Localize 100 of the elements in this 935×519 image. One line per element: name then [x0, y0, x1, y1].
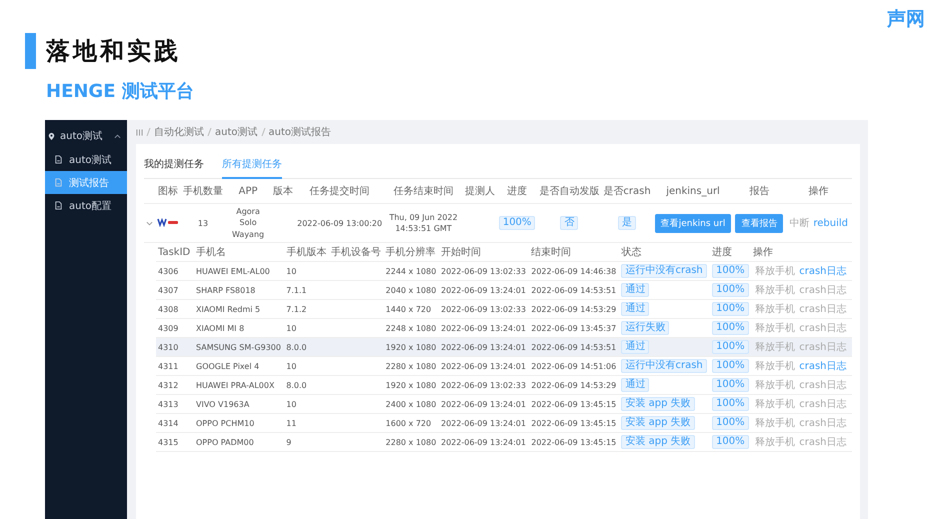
table-cell: 4314	[158, 418, 178, 428]
table-cell: 2022-06-09 13:02:33	[440, 380, 526, 390]
table-cell: 4307	[158, 286, 178, 294]
status-tag: 安装 app 失败	[621, 416, 695, 430]
table-cell: VIVO V1963A	[196, 400, 250, 408]
table-cell: 2280 x 1080	[386, 362, 436, 370]
sidebar-item[interactable]: auto测试	[45, 148, 127, 171]
column-header: 手机设备号	[330, 246, 381, 258]
tab[interactable]: 所有提测任务	[222, 152, 282, 179]
brand-logo: 声网	[887, 7, 925, 32]
table-cell: OPPO PCHM10	[196, 418, 254, 428]
table-cell: 4315	[158, 438, 178, 446]
table-cell: 2022-06-09 13:24:01	[440, 342, 526, 352]
sidebar-group[interactable]: auto测试	[45, 124, 127, 148]
table-cell: 2022-06-09 13:00:20	[297, 218, 382, 228]
caret-icon	[114, 134, 121, 138]
status-tag: 安装 app 失败	[621, 397, 695, 411]
table-cell: OPPO PADM00	[196, 438, 254, 446]
table-cell: 10	[286, 324, 296, 332]
report-button[interactable]: 查看报告	[735, 214, 784, 232]
table-cell: 2280 x 1080	[386, 438, 436, 446]
column-header: 开始时间	[440, 246, 481, 258]
column-header: 操作	[753, 246, 774, 258]
table-cell: 2022-06-09 14:53:51	[531, 342, 616, 352]
column-header: 操作	[808, 186, 829, 197]
status-tag: 安装 app 失败	[621, 435, 695, 449]
status-tag: 100%	[712, 283, 749, 297]
chevron-icon[interactable]	[146, 220, 153, 226]
table-cell: GOOGLE Pixel 4	[196, 362, 260, 370]
tab[interactable]: 我的提测任务	[144, 152, 204, 178]
table-cell: 2022-06-09 13:45:15	[531, 418, 616, 428]
table-cell: 4312	[158, 380, 178, 390]
status-tag: 运行中没有crash	[621, 264, 707, 278]
column-header: 是否自动发版	[539, 186, 600, 197]
status-tag: 100%	[712, 416, 749, 430]
table-cell: 2022-06-09 13:45:15	[531, 400, 616, 408]
action-link[interactable]: crash日志	[799, 266, 847, 277]
status-tag: 100%	[712, 378, 749, 392]
status-tag: 是	[618, 216, 636, 230]
column-header: 状态	[621, 246, 642, 258]
table-cell: 1920 x 1080	[386, 342, 436, 352]
breadcrumb-separator	[261, 128, 265, 136]
table-cell: 2022-06-09 14:46:38	[531, 266, 616, 276]
table-cell: 1440 x 720	[386, 304, 432, 314]
table-cell: 2248 x 1080	[386, 324, 436, 332]
table-cell: 2022-06-09 13:02:33	[440, 304, 526, 314]
slide-subtitle: HENGE 测试平台	[46, 80, 194, 103]
table-cell: HUAWEI PRA-AL00X	[196, 380, 274, 390]
status-tag: 否	[560, 216, 578, 230]
table-cell: 2022-06-09 13:24:01	[440, 324, 526, 332]
breadcrumb-link[interactable]: 自动化测试	[154, 125, 204, 139]
jenkins-button[interactable]: 查看jenkins url	[654, 214, 732, 232]
table-cell: 13	[198, 218, 208, 228]
column-header: APP	[238, 186, 258, 196]
status-tag: 100%	[498, 216, 536, 230]
table-cell: 9	[286, 438, 292, 446]
column-header: TaskID	[158, 246, 190, 258]
breadcrumb-separator	[146, 128, 150, 136]
table-cell: 4308	[158, 304, 178, 314]
status-tag: 100%	[712, 340, 749, 354]
table-cell: 2022-06-09 13:45:37	[531, 324, 616, 332]
menu-icon[interactable]	[136, 128, 143, 136]
table-cell: XIAOMI MI 8	[196, 324, 244, 332]
status-tag: 通过	[621, 378, 650, 392]
table-cell: SHARP FS8018	[196, 286, 256, 294]
status-tag: 通过	[621, 302, 650, 316]
column-header: jenkins_url	[666, 186, 720, 196]
table-cell: 2400 x 1080	[386, 400, 436, 408]
table-cell: 2022-06-09 13:24:01	[440, 400, 526, 408]
sidebar-item[interactable]: 测试报告	[45, 171, 127, 194]
table-cell: 4309	[158, 324, 178, 332]
column-header: 任务提交时间	[310, 186, 370, 197]
accent-bar	[25, 33, 36, 69]
table-cell: 1600 x 720	[386, 418, 432, 428]
table-cell: SAMSUNG SM-G9300	[196, 342, 281, 352]
breadcrumb-link[interactable]: auto测试	[215, 125, 258, 139]
document-icon	[54, 201, 63, 210]
column-header: 报告	[749, 186, 770, 197]
column-header: 进度	[507, 186, 528, 197]
table-cell: HUAWEI EML-AL00	[196, 266, 270, 276]
status-tag: 运行失败	[621, 321, 670, 335]
table-cell: 1920 x 1080	[386, 380, 436, 390]
action-link[interactable]: rebuild	[813, 218, 848, 229]
table-cell: 2022-06-09 13:45:15	[531, 438, 616, 446]
table-cell: 2022-06-09 14:53:29	[531, 380, 616, 390]
table-cell: 4310	[158, 342, 178, 352]
table-cell: 8.0.0	[286, 342, 307, 352]
column-header: 提测人	[464, 186, 495, 197]
table-cell: 7.1.2	[286, 304, 307, 314]
table-cell: 4306	[158, 266, 178, 276]
status-tag: 100%	[712, 321, 749, 335]
action-link[interactable]: crash日志	[799, 361, 847, 372]
status-tag: 100%	[712, 302, 749, 316]
status-tag: 100%	[712, 435, 749, 449]
table-cell: Agora Solo Wayang	[232, 207, 264, 239]
column-header: 结束时间	[531, 246, 572, 258]
status-tag: 100%	[712, 359, 749, 373]
sidebar-item[interactable]: auto配置	[45, 194, 127, 217]
table-cell: 2022-06-09 14:51:06	[531, 362, 616, 370]
status-tag: 通过	[621, 283, 650, 297]
